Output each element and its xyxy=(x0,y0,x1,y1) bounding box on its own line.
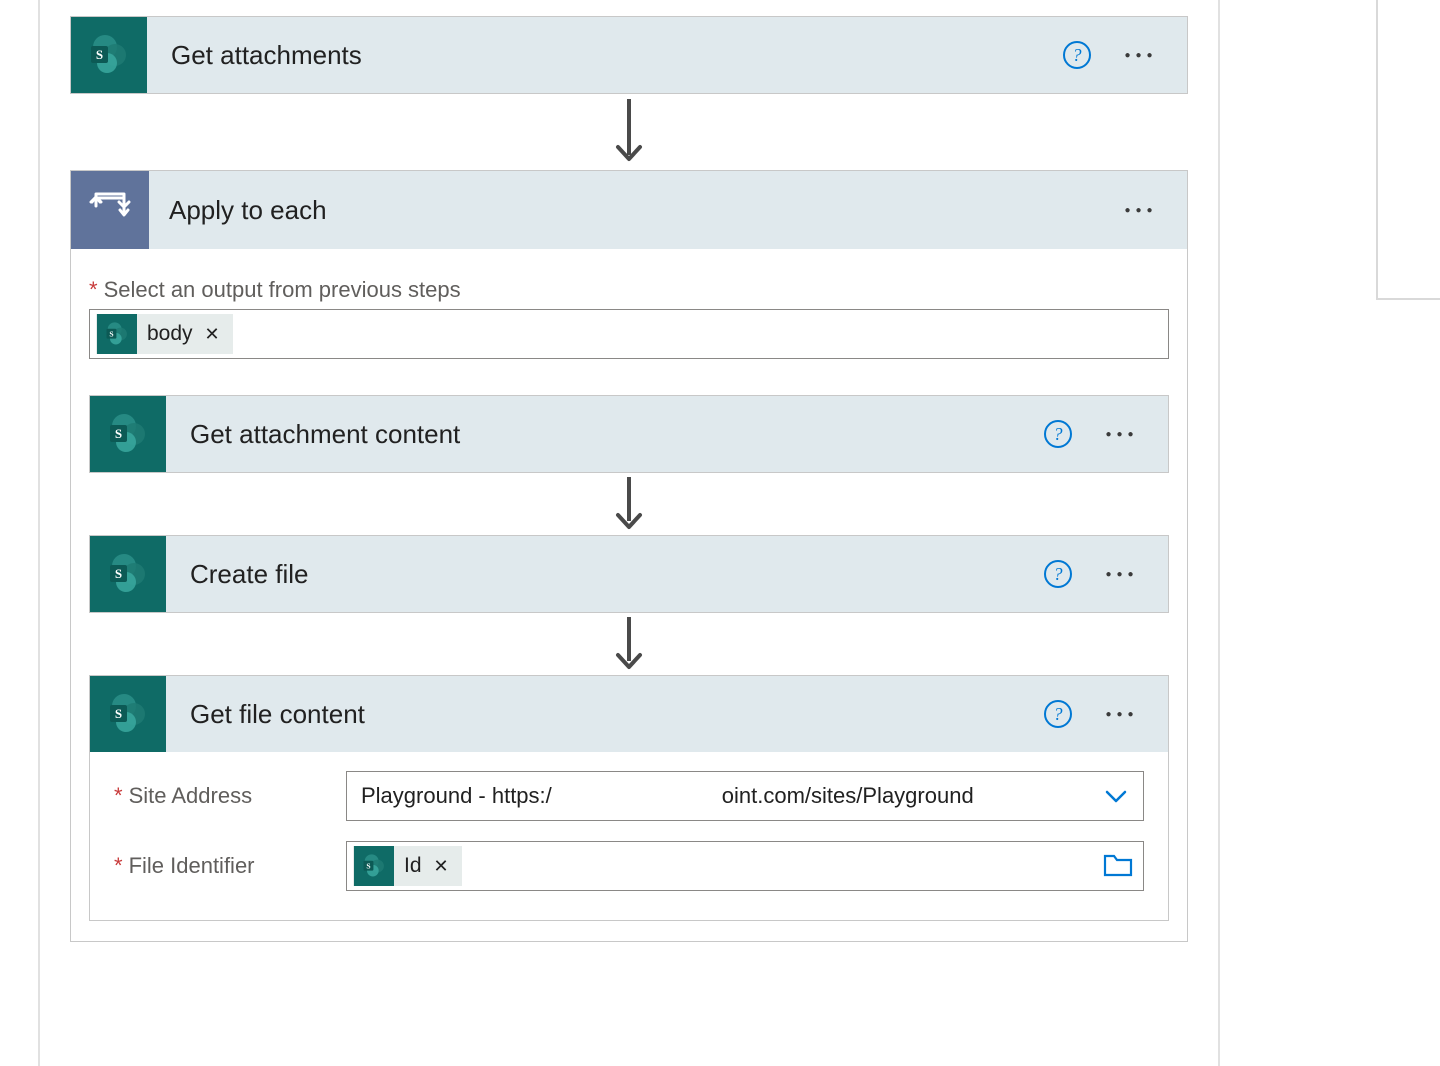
sharepoint-icon: S xyxy=(97,314,137,354)
action-get-attachments[interactable]: S Get attachments ? ●●● xyxy=(70,16,1188,94)
param-label: * Select an output from previous steps xyxy=(89,277,1169,303)
folder-picker-icon[interactable] xyxy=(1103,854,1133,878)
side-panel-edge xyxy=(1376,0,1440,300)
svg-text:S: S xyxy=(96,47,103,62)
more-icon[interactable]: ●●● xyxy=(1121,205,1161,216)
required-star: * xyxy=(114,783,123,809)
loop-title: Apply to each xyxy=(149,195,1121,226)
token-id[interactable]: S Id ✕ xyxy=(353,846,462,886)
action-header[interactable]: S Get attachment content ? ●●● xyxy=(90,396,1168,472)
action-controls: ? ●●● xyxy=(1044,560,1168,588)
action-title: Get file content xyxy=(166,699,1044,730)
svg-text:S: S xyxy=(109,329,113,338)
help-icon[interactable]: ? xyxy=(1063,41,1091,69)
token-remove-icon[interactable]: ✕ xyxy=(203,324,222,345)
token-body[interactable]: S body ✕ xyxy=(96,314,233,354)
action-get-attachment-content[interactable]: S Get attachment content ? ●●● xyxy=(89,395,1169,473)
dropdown-value: Playground - https:/ oint.com/sites/Play… xyxy=(361,783,974,809)
sharepoint-icon: S xyxy=(354,846,394,886)
action-create-file[interactable]: S Create file ? ●●● xyxy=(89,535,1169,613)
action-title: Get attachment content xyxy=(166,419,1044,450)
action-header[interactable]: S Create file ? ●●● xyxy=(90,536,1168,612)
help-icon[interactable]: ? xyxy=(1044,700,1072,728)
param-label-text: File Identifier xyxy=(129,853,255,879)
action-controls: ? ●●● xyxy=(1044,420,1168,448)
required-star: * xyxy=(114,853,123,879)
action-title: Create file xyxy=(166,559,1044,590)
svg-text:S: S xyxy=(115,706,122,721)
token-label: Id xyxy=(404,854,422,878)
action-get-file-content: S Get file content ? ●●● * xyxy=(89,675,1169,921)
action-title: Get attachments xyxy=(147,40,1063,71)
param-site-address: * Site Address Playground - https:/ oint… xyxy=(114,770,1144,822)
more-icon[interactable]: ●●● xyxy=(1102,709,1142,720)
more-icon[interactable]: ●●● xyxy=(1102,569,1142,580)
loop-header[interactable]: Apply to each ●●● xyxy=(71,171,1187,249)
param-select-output: * Select an output from previous steps S xyxy=(89,277,1169,359)
connector-arrow xyxy=(89,613,1169,675)
sharepoint-icon: S xyxy=(71,17,147,93)
more-icon[interactable]: ●●● xyxy=(1121,50,1161,61)
svg-text:S: S xyxy=(115,566,122,581)
connector-arrow xyxy=(70,94,1188,170)
sharepoint-icon: S xyxy=(90,536,166,612)
flow-canvas: S Get attachments ? ●●● xyxy=(38,0,1220,1066)
site-address-dropdown[interactable]: Playground - https:/ oint.com/sites/Play… xyxy=(346,771,1144,821)
connector-arrow xyxy=(89,473,1169,535)
action-header[interactable]: S Get file content ? ●●● xyxy=(90,676,1168,752)
sharepoint-icon: S xyxy=(90,676,166,752)
param-label: * Site Address xyxy=(114,783,346,809)
required-star: * xyxy=(89,277,98,303)
sharepoint-icon: S xyxy=(90,396,166,472)
param-label-text: Select an output from previous steps xyxy=(104,277,461,303)
action-controls: ? ●●● xyxy=(1044,700,1168,728)
token-label: body xyxy=(147,322,193,346)
svg-text:S: S xyxy=(115,426,122,441)
param-label-text: Site Address xyxy=(129,783,253,809)
more-icon[interactable]: ●●● xyxy=(1102,429,1142,440)
help-icon[interactable]: ? xyxy=(1044,560,1072,588)
loop-apply-to-each: Apply to each ●●● * Select an output fro… xyxy=(70,170,1188,942)
svg-text:S: S xyxy=(366,861,370,870)
nested-actions: S Get attachment content ? ●●● xyxy=(89,395,1169,921)
loop-controls: ●●● xyxy=(1121,205,1187,216)
action-controls: ? ●●● xyxy=(1063,41,1187,69)
loop-body: * Select an output from previous steps S xyxy=(71,249,1187,941)
param-file-identifier: * File Identifier xyxy=(114,840,1144,892)
loop-icon xyxy=(71,171,149,249)
help-icon[interactable]: ? xyxy=(1044,420,1072,448)
action-header[interactable]: S Get attachments ? ●●● xyxy=(71,17,1187,93)
token-remove-icon[interactable]: ✕ xyxy=(432,856,451,877)
param-label: * File Identifier xyxy=(114,853,346,879)
action-body: * Site Address Playground - https:/ oint… xyxy=(90,752,1168,920)
chevron-down-icon xyxy=(1103,783,1129,809)
select-output-input[interactable]: S body ✕ xyxy=(89,309,1169,359)
file-identifier-input[interactable]: S Id ✕ xyxy=(346,841,1144,891)
